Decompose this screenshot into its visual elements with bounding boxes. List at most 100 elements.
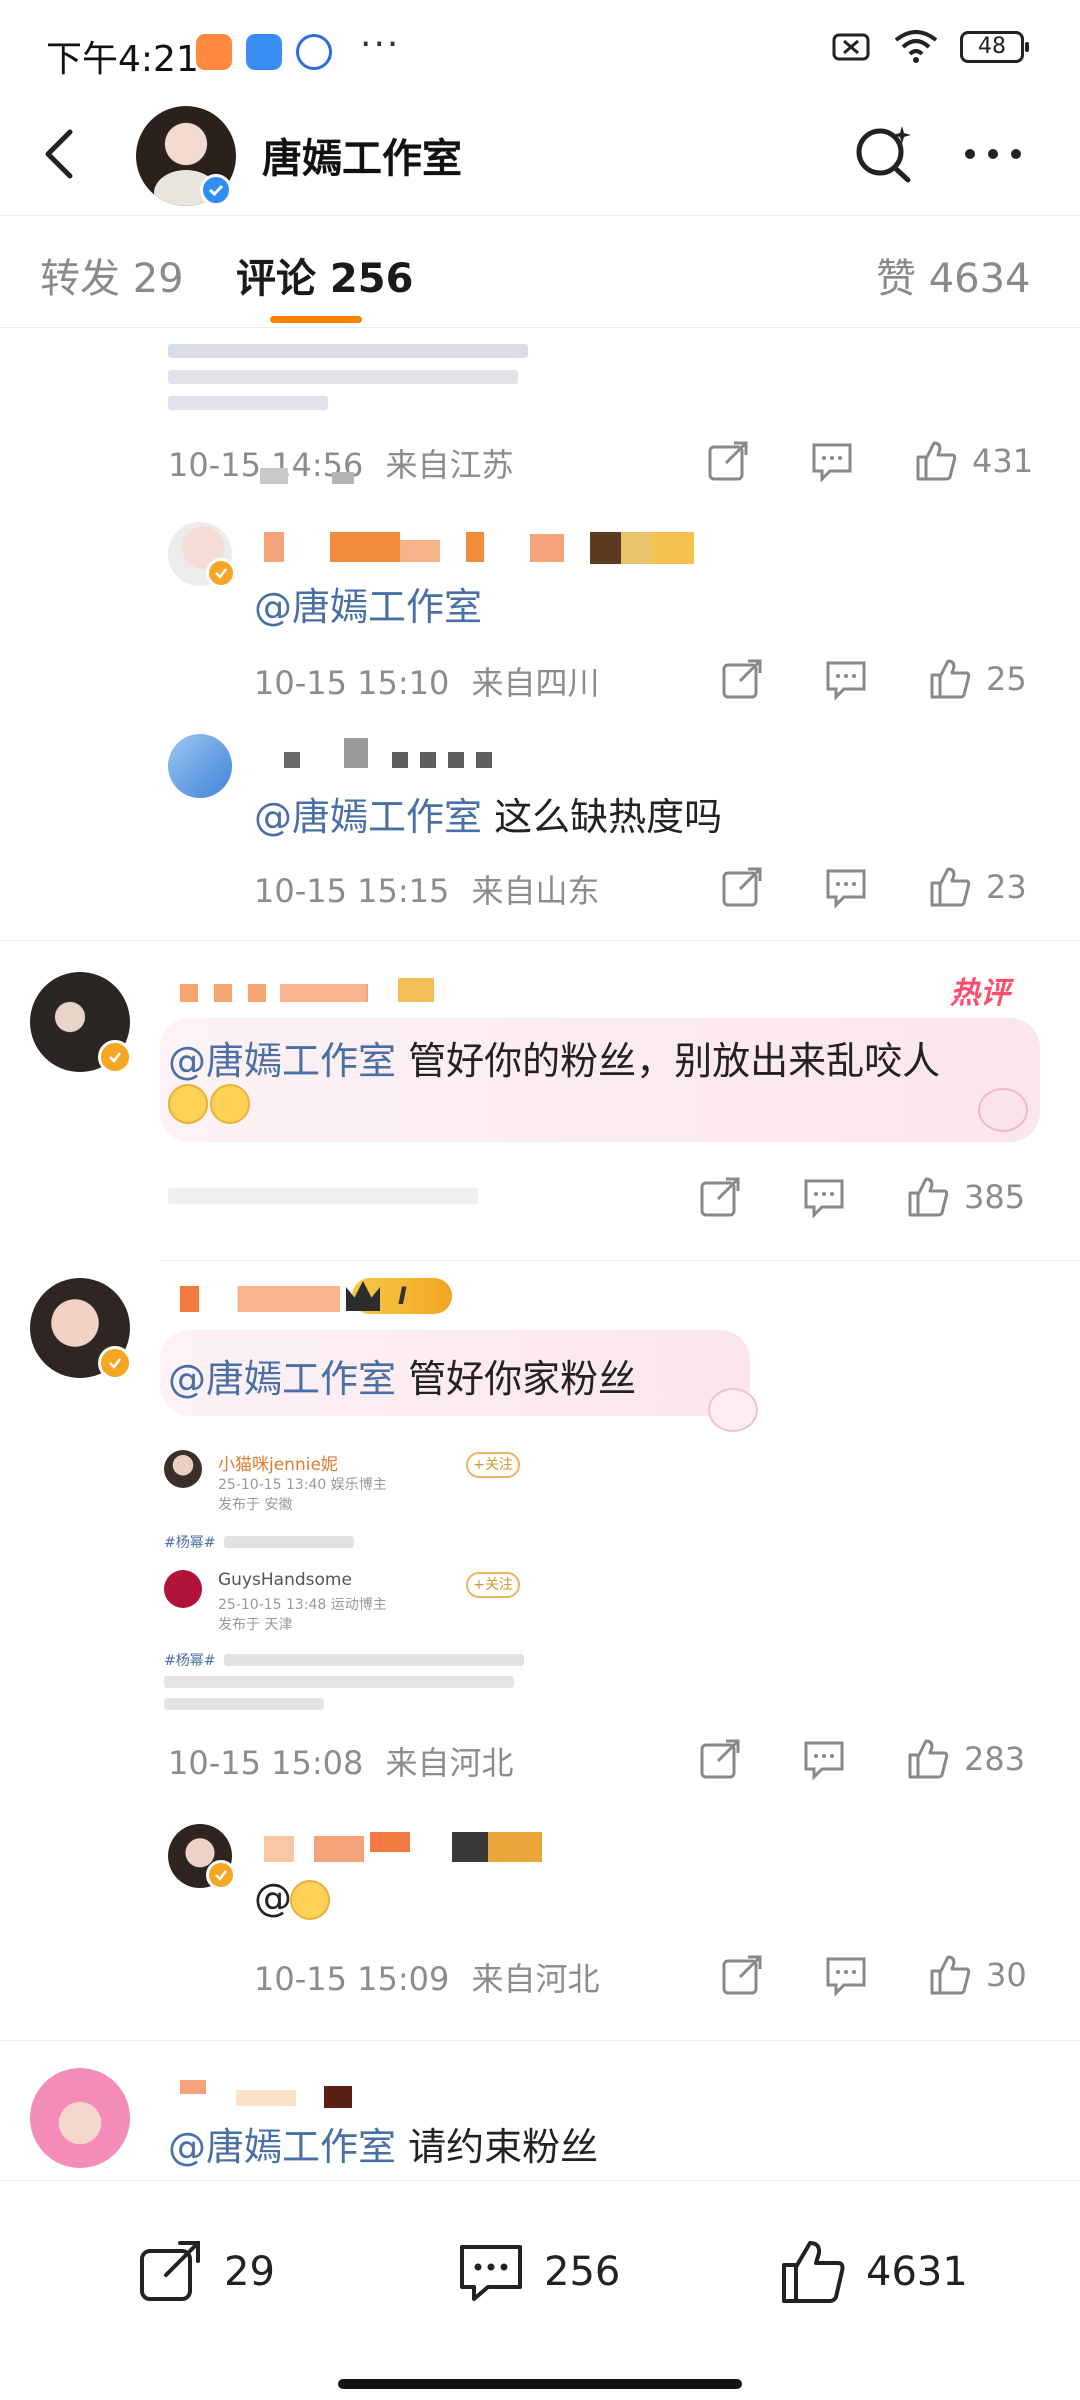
no-sim-icon (832, 33, 870, 61)
embed-meta: 25-10-15 13:40 娱乐博主 (218, 1477, 387, 1493)
comment-icon (804, 1179, 844, 1219)
blurred-text (224, 1536, 354, 1548)
reply-action[interactable] (824, 1950, 868, 2000)
home-indicator[interactable] (338, 2379, 742, 2389)
share-action[interactable] (720, 654, 764, 704)
like-action[interactable]: 385 (906, 1172, 1025, 1222)
reply-action[interactable] (802, 1734, 846, 1784)
share-action[interactable] (698, 1734, 742, 1784)
mention-link[interactable]: @唐嫣工作室 (254, 585, 482, 629)
comment-meta: 10-15 15:09 来自河北 (254, 1954, 600, 2000)
comment-location: 来自江苏 (385, 446, 514, 484)
like-action[interactable]: 23 (928, 862, 1027, 912)
mention-link[interactable]: @唐嫣工作室 (254, 795, 482, 839)
thumbs-up-icon (782, 2241, 845, 2303)
comment-meta: 10-15 15:08 来自河北 (168, 1738, 514, 1784)
comment-time: 10-15 15:09 (254, 1960, 450, 1998)
mosaic-username (236, 2090, 296, 2106)
bottom-action-bar: 29 256 4631 (0, 2180, 1080, 2400)
more-menu-icon[interactable] (958, 124, 1028, 184)
mention-link[interactable]: @唐嫣工作室 (168, 2125, 396, 2169)
blurred-text (168, 370, 518, 384)
comment-meta: 10-15 15:10 来自四川 (254, 658, 600, 704)
comment-body: @唐嫣工作室 这么缺热度吗 (254, 786, 722, 841)
blurred-text (224, 1654, 524, 1666)
tab-repost[interactable]: 转发 29 (40, 246, 184, 304)
embedded-screenshot[interactable]: 小猫咪jennie妮 25-10-15 13:40 娱乐博主 发布于 安徽 +关… (164, 1444, 534, 1724)
mosaic-username (398, 978, 434, 1002)
reply-action[interactable] (824, 654, 868, 704)
mention-link[interactable]: @唐嫣工作室 (168, 1357, 396, 1401)
comment-time: 10-15 15:10 (254, 664, 450, 702)
thumbs-up-icon (930, 659, 971, 699)
comment-icon (826, 661, 866, 701)
like-count: 4631 (866, 2249, 968, 2295)
shush-emoji-icon (168, 1084, 208, 1124)
like-count: 283 (964, 1740, 1026, 1778)
embed-username: GuysHandsome (218, 1570, 352, 1590)
comment-count: 256 (544, 2249, 621, 2295)
comment-body: @ (254, 1876, 292, 1920)
comment-time: 10-15 15:15 (254, 872, 450, 910)
comment-body: @唐嫣工作室 请约束粉丝 (168, 2116, 598, 2171)
comment-location: 来自河北 (471, 1960, 600, 1998)
mosaic-username (180, 1286, 340, 1312)
reply-action[interactable] (810, 436, 854, 486)
share-action[interactable] (698, 1172, 742, 1222)
repost-button[interactable]: 29 (136, 2237, 275, 2307)
like-count: 385 (964, 1178, 1026, 1216)
mosaic-block (260, 468, 288, 484)
comment-text: 这么缺热度吗 (482, 795, 723, 839)
verified-badge-icon (98, 1040, 132, 1074)
page-title: 唐嫣工作室 (262, 136, 462, 182)
comment-list: 10-15 14:56 来自江苏 431 @唐嫣工作室 10-15 15:10 (0, 328, 1080, 2180)
share-icon (722, 867, 762, 907)
mosaic-username (400, 540, 440, 562)
embed-username: 小猫咪jennie妮 (218, 1455, 338, 1475)
comment-body: @唐嫣工作室 管好你家粉丝 (168, 1348, 636, 1403)
active-tab-indicator (270, 316, 362, 323)
notification-card-icon (246, 34, 282, 70)
blurred-text (164, 1698, 324, 1710)
mosaic-username (330, 532, 400, 562)
avatar[interactable] (168, 734, 232, 798)
share-action[interactable] (706, 436, 750, 486)
like-button[interactable]: 4631 (778, 2237, 968, 2307)
tab-likes[interactable]: 赞 4634 (876, 246, 1031, 304)
avatar[interactable] (30, 2068, 130, 2168)
avatar (164, 1450, 202, 1488)
status-right: 48 (832, 30, 1029, 64)
reply-action[interactable] (824, 862, 868, 912)
back-arrow-icon[interactable] (32, 124, 92, 184)
rank-crown-badge: I (346, 1278, 452, 1314)
like-action[interactable]: 431 (914, 436, 1033, 486)
mention-link[interactable]: @唐嫣工作室 (168, 1039, 396, 1083)
share-action[interactable] (720, 862, 764, 912)
divider (160, 1260, 1080, 1261)
mosaic-username (284, 752, 300, 768)
comment-text: 管好你的粉丝，别放出来乱咬人 (396, 1039, 941, 1083)
repost-count: 29 (224, 2249, 275, 2295)
share-action[interactable] (720, 1950, 764, 2000)
follow-button: +关注 (466, 1452, 520, 1478)
mosaic-username (180, 2080, 206, 2094)
comment-location: 来自四川 (471, 664, 600, 702)
mosaic-username (530, 534, 564, 562)
mosaic-username (452, 1832, 542, 1862)
like-action[interactable]: 25 (928, 654, 1027, 704)
comment-text: 管好你家粉丝 (396, 1357, 637, 1401)
blurred-text (168, 396, 328, 410)
comment-body: @唐嫣工作室 管好你的粉丝，别放出来乱咬人 (168, 1030, 940, 1085)
battery-indicator: 48 (960, 31, 1029, 63)
comment-location: 来自河北 (385, 1744, 514, 1782)
like-action[interactable]: 283 (906, 1734, 1025, 1784)
thumbs-up-icon (908, 1739, 949, 1779)
thumbs-up-icon (916, 441, 957, 481)
comment-button[interactable]: 256 (456, 2237, 620, 2307)
reply-action[interactable] (802, 1172, 846, 1222)
tab-comments[interactable]: 评论 256 (236, 246, 413, 304)
blurred-text (164, 1676, 514, 1688)
search-icon[interactable] (852, 122, 916, 186)
bubble-decoration-icon (978, 1088, 1028, 1132)
like-action[interactable]: 30 (928, 1950, 1027, 2000)
